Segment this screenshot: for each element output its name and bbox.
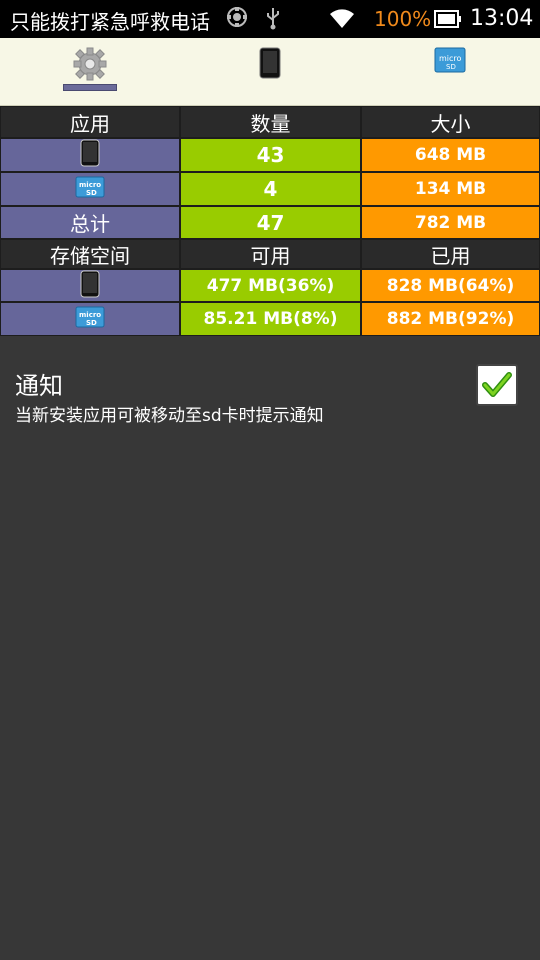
phone-icon <box>80 270 100 302</box>
sd-storage-available: 85.21 MB(8%) <box>180 302 361 336</box>
total-label: 总计 <box>0 206 180 239</box>
svg-text:micro: micro <box>79 181 101 189</box>
header-used: 已用 <box>361 239 540 269</box>
total-count: 47 <box>180 206 361 239</box>
notification-description: 当新安装应用可被移动至sd卡时提示通知 <box>15 406 324 426</box>
table-row: 477 MB(36%) 828 MB(64%) <box>0 269 540 302</box>
table-row: 总计 47 782 MB <box>0 206 540 239</box>
header-apps: 应用 <box>0 106 180 138</box>
microsd-icon: micro SD <box>75 306 105 332</box>
table-header: 应用 数量 大小 <box>0 106 540 138</box>
table-row: micro SD 4 134 MB <box>0 172 540 206</box>
svg-text:micro: micro <box>79 311 101 319</box>
gear-icon <box>73 47 107 85</box>
usb-icon <box>265 6 281 34</box>
storage-sd-label: micro SD <box>0 302 180 336</box>
row-phone-label <box>0 138 180 172</box>
row-sd-label: micro SD <box>0 172 180 206</box>
battery-icon <box>434 10 462 32</box>
header-count: 数量 <box>180 106 361 138</box>
tab-settings[interactable] <box>0 38 180 106</box>
battery-percent: 100% <box>374 7 432 31</box>
header-available: 可用 <box>180 239 361 269</box>
microsd-icon: micro SD <box>75 176 105 202</box>
phone-icon <box>80 139 100 171</box>
notification-setting[interactable]: 通知 当新安装应用可被移动至sd卡时提示通知 <box>0 346 540 436</box>
svg-text:SD: SD <box>446 63 456 71</box>
total-size: 782 MB <box>361 206 540 239</box>
phone-storage-available: 477 MB(36%) <box>180 269 361 302</box>
svg-text:micro: micro <box>439 54 462 63</box>
phone-app-count: 43 <box>180 138 361 172</box>
phone-app-size: 648 MB <box>361 138 540 172</box>
notification-title: 通知 <box>15 372 63 400</box>
svg-text:SD: SD <box>86 189 97 197</box>
table-header: 存储空间 可用 已用 <box>0 239 540 269</box>
tab-phone[interactable] <box>180 38 360 106</box>
checkmark-icon <box>482 372 512 397</box>
carrier-text: 只能拨打紧急呼救电话 <box>10 10 210 34</box>
tab-bar: micro SD <box>0 38 540 106</box>
phone-icon <box>259 47 281 83</box>
phone-storage-used: 828 MB(64%) <box>361 269 540 302</box>
tab-sdcard[interactable]: micro SD <box>360 38 540 106</box>
sd-storage-used: 882 MB(92%) <box>361 302 540 336</box>
tab-indicator <box>63 84 117 91</box>
storage-phone-label <box>0 269 180 302</box>
microsd-icon: micro SD <box>434 47 466 77</box>
wifi-icon <box>328 6 356 34</box>
clock: 13:04 <box>470 6 534 31</box>
table-row: micro SD 85.21 MB(8%) 882 MB(92%) <box>0 302 540 336</box>
header-size: 大小 <box>361 106 540 138</box>
status-bar: 只能拨打紧急呼救电话 100% 13:04 <box>0 0 540 38</box>
sim-icon <box>226 6 248 32</box>
header-storage: 存储空间 <box>0 239 180 269</box>
sd-app-size: 134 MB <box>361 172 540 206</box>
notification-checkbox[interactable] <box>476 364 518 406</box>
table-row: 43 648 MB <box>0 138 540 172</box>
sd-app-count: 4 <box>180 172 361 206</box>
svg-text:SD: SD <box>86 319 97 327</box>
